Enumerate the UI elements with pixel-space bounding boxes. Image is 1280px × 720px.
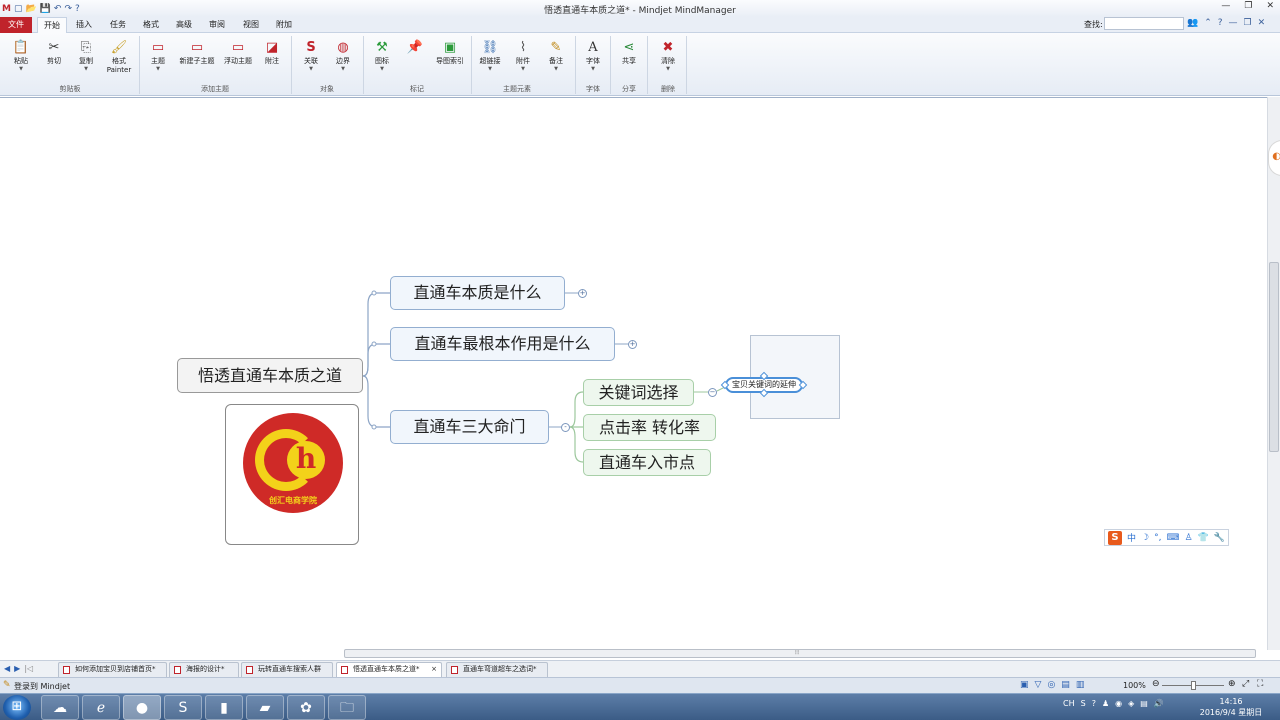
- zoom-out-icon[interactable]: ⊖: [1152, 679, 1160, 689]
- view-icon[interactable]: ▣: [1020, 680, 1029, 690]
- connector-2: [362, 343, 390, 377]
- system-tray: CH S ? ♟ ◉ ◈ ▤ 🔊: [1063, 699, 1164, 708]
- logo-letter: h: [287, 441, 325, 479]
- joint-2: [371, 341, 377, 347]
- doc-tab-1[interactable]: 如何添加宝贝到店铺首页*: [58, 662, 167, 677]
- sogou-ime-icon[interactable]: S: [1108, 530, 1122, 545]
- doc-tab-2[interactable]: 海报的设计*: [169, 662, 239, 677]
- subtopic-2[interactable]: 点击率 转化率: [583, 414, 716, 441]
- tab-nav: ◀ ▶ |◁: [4, 664, 33, 673]
- document-icon: [174, 666, 181, 674]
- filter-icon[interactable]: ▽: [1035, 680, 1042, 690]
- expand-icon[interactable]: +: [628, 340, 637, 349]
- school-logo-image: h 创汇电商学院: [243, 413, 343, 513]
- ime-tray-icon[interactable]: S: [1081, 699, 1086, 708]
- zoom-level: 100%: [1123, 681, 1146, 690]
- tab-list-icon[interactable]: |◁: [24, 664, 33, 673]
- fullscreen-icon[interactable]: ⛶: [1257, 679, 1263, 689]
- connector-1: [362, 292, 390, 377]
- expand-icon[interactable]: +: [578, 289, 587, 298]
- qq-tray-icon[interactable]: ♟: [1102, 699, 1109, 708]
- document-tab-bar: ◀ ▶ |◁ 如何添加宝贝到店铺首页* 海报的设计* 玩转直通车搜索人群 悟透直…: [0, 660, 1280, 677]
- zoom-slider-knob[interactable]: [1191, 681, 1196, 690]
- connector-7: [569, 391, 584, 428]
- mindmanager-icon[interactable]: ✿: [287, 695, 325, 720]
- fit-map-icon[interactable]: ⤢: [1242, 679, 1249, 689]
- doc-tab-4[interactable]: 悟透直通车本质之道* ×: [336, 662, 442, 677]
- network-icon[interactable]: ▤: [1140, 699, 1148, 708]
- layout-icon[interactable]: ◎: [1047, 680, 1055, 690]
- document-icon: [341, 666, 348, 674]
- login-link[interactable]: 登录到 Mindjet: [3, 680, 70, 692]
- connector-9: [569, 426, 584, 463]
- branch-topic-3[interactable]: 直通车三大命门: [390, 410, 549, 444]
- language-indicator[interactable]: CH: [1063, 699, 1075, 708]
- ime-mode-toggle[interactable]: 中: [1127, 531, 1136, 544]
- zoom-in-icon[interactable]: ⊕: [1228, 679, 1236, 689]
- subtopic-3[interactable]: 直通车入市点: [583, 449, 711, 476]
- app-tray-icon[interactable]: ◈: [1128, 699, 1134, 708]
- doc-tab-5[interactable]: 直通车弯道超车之选词*: [446, 662, 548, 677]
- joint-1: [371, 290, 377, 296]
- start-button[interactable]: ⊞: [3, 695, 31, 720]
- fit-icon[interactable]: ▥: [1076, 680, 1085, 690]
- central-topic[interactable]: 悟透直通车本质之道: [177, 358, 363, 393]
- image-topic[interactable]: h 创汇电商学院: [225, 404, 359, 545]
- book-icon[interactable]: ▰: [246, 695, 284, 720]
- status-icons: ▣ ▽ ◎ ▤ ▥: [1020, 680, 1084, 690]
- collapse-icon[interactable]: -: [561, 423, 570, 432]
- prev-tab-icon[interactable]: ◀: [4, 664, 10, 673]
- cloud-app-icon[interactable]: ☁: [41, 695, 79, 720]
- document-icon: [63, 666, 70, 674]
- subtopic-1[interactable]: 关键词选择: [583, 379, 694, 406]
- clock-time: 14:16: [1219, 697, 1243, 706]
- connector-3: [362, 375, 390, 428]
- collapse-icon[interactable]: −: [708, 388, 717, 397]
- branch-topic-1[interactable]: 直通车本质是什么: [390, 276, 565, 310]
- half-width-icon[interactable]: ☽: [1141, 533, 1149, 543]
- keyboard-icon[interactable]: ⌨: [1166, 533, 1179, 543]
- skin-icon[interactable]: 👕: [1198, 533, 1209, 543]
- doc-tab-3[interactable]: 玩转直通车搜索人群: [241, 662, 333, 677]
- sogou-browser-icon[interactable]: S: [164, 695, 202, 720]
- next-tab-icon[interactable]: ▶: [14, 664, 20, 673]
- joint-3: [371, 424, 377, 430]
- document-icon: [246, 666, 253, 674]
- punctuation-icon[interactable]: °,: [1154, 533, 1161, 543]
- ime-toolbar[interactable]: S 中 ☽ °, ⌨ ♙ 👕 🔧: [1104, 529, 1229, 546]
- document-icon: [451, 666, 458, 674]
- close-tab-icon[interactable]: ×: [431, 663, 437, 676]
- user-icon[interactable]: ♙: [1184, 533, 1192, 543]
- logo-text: 创汇电商学院: [269, 496, 317, 505]
- help-tray-icon[interactable]: ?: [1092, 699, 1096, 708]
- record-tray-icon[interactable]: ◉: [1115, 699, 1122, 708]
- clock-date: 2016/9/4 星期日: [1199, 708, 1263, 717]
- focus-icon[interactable]: ▤: [1061, 680, 1070, 690]
- status-bar: 登录到 Mindjet ▣ ▽ ◎ ▤ ▥ 100% ⊖ ⊕ ⤢ ⛶: [0, 677, 1280, 693]
- branch-topic-2[interactable]: 直通车最根本作用是什么: [390, 327, 615, 361]
- folder-icon[interactable]: 🗀: [328, 695, 366, 720]
- clock[interactable]: 14:16 2016/9/4 星期日: [1196, 696, 1266, 718]
- windows-taskbar: ⊞ ☁ ℯ ● S ▮ ▰ ✿ 🗀 CH S ? ♟ ◉ ◈ ▤ 🔊 14:16…: [0, 693, 1280, 720]
- volume-icon[interactable]: 🔊: [1154, 699, 1164, 708]
- record-icon[interactable]: ●: [123, 695, 161, 720]
- ie-icon[interactable]: ℯ: [82, 695, 120, 720]
- app-icon[interactable]: ▮: [205, 695, 243, 720]
- settings-wrench-icon[interactable]: 🔧: [1214, 533, 1225, 543]
